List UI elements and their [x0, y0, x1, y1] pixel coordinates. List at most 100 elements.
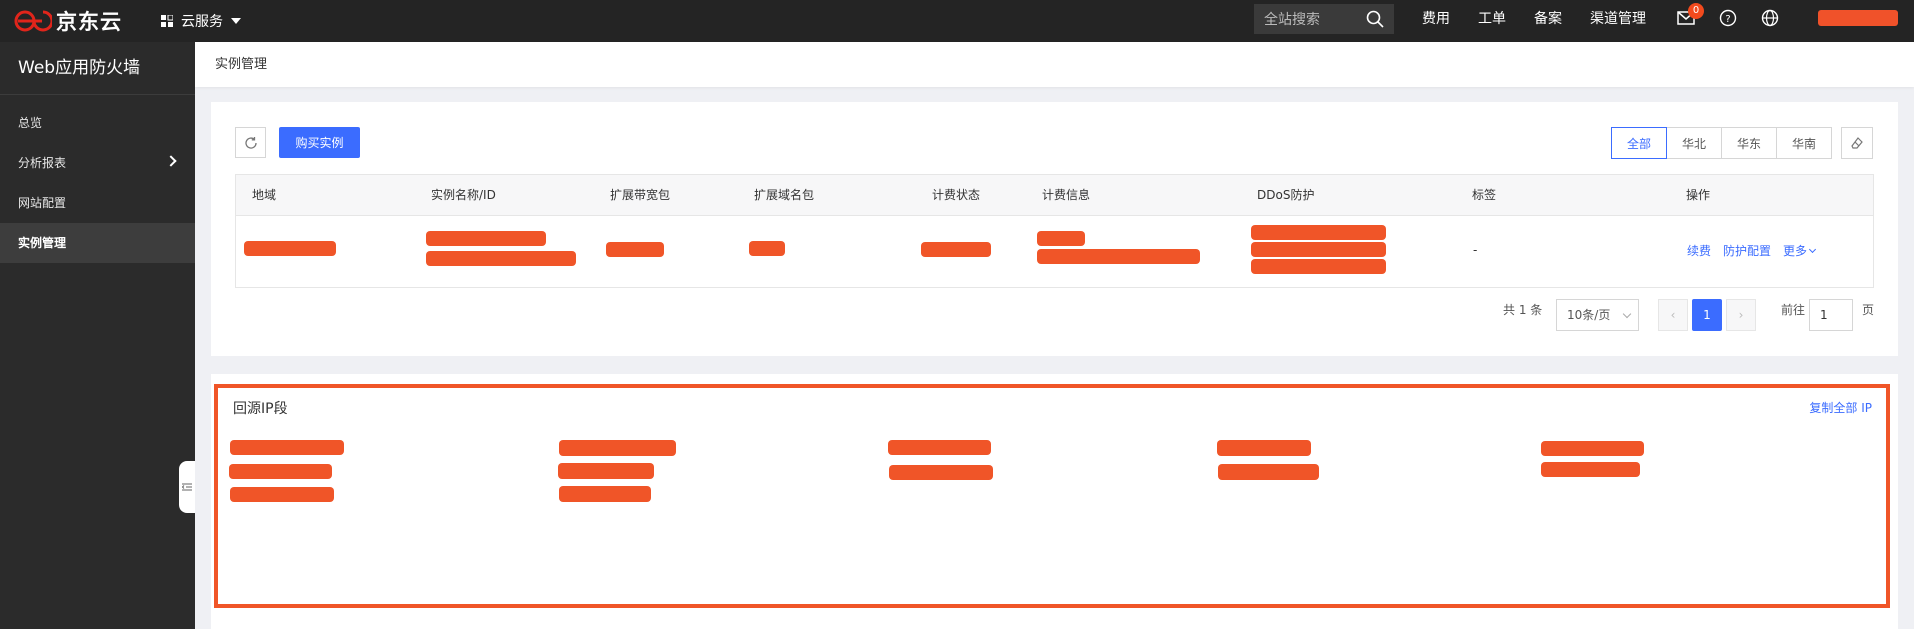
redacted-billing-status — [921, 242, 991, 257]
redacted-ip — [559, 486, 651, 502]
nav-channel-management[interactable]: 渠道管理 — [1590, 8, 1646, 28]
svg-text:?: ? — [1725, 14, 1730, 25]
region-tab-south[interactable]: 华南 — [1776, 127, 1832, 159]
mail-icon[interactable]: 0 — [1676, 3, 1704, 28]
redacted-ip — [229, 464, 332, 479]
chevron-down-icon — [1808, 245, 1817, 254]
redacted-ddos — [1251, 259, 1386, 274]
column-header: 计费信息 — [1042, 188, 1091, 202]
redacted-instance-name — [426, 231, 546, 246]
redacted-ip — [889, 465, 993, 480]
column-header: DDoS防护 — [1257, 188, 1315, 202]
caret-down-icon — [231, 18, 241, 24]
redacted-domain-pack — [749, 241, 785, 256]
user-account-redacted[interactable] — [1818, 10, 1898, 26]
sidebar-item-site-config[interactable]: 网站配置 — [0, 183, 195, 223]
redacted-ip — [559, 440, 676, 456]
instance-table: 地域 实例名称/ID 扩展带宽包 扩展域名包 计费状态 计费信息 DDoS防护 … — [235, 174, 1874, 288]
region-tab-all[interactable]: 全部 — [1611, 127, 1667, 159]
redacted-bandwidth — [606, 242, 664, 257]
search-placeholder: 全站搜索 — [1264, 12, 1320, 28]
goto-label: 前往 — [1781, 303, 1806, 317]
redacted-ip — [230, 487, 334, 502]
origin-ip-panel: 回源IP段 复制全部 IP — [211, 374, 1898, 629]
column-header: 扩展域名包 — [754, 188, 815, 202]
sidebar: Web应用防火墙 总览 分析报表 网站配置 实例管理 — [0, 42, 195, 629]
next-page-button[interactable]: › — [1726, 299, 1756, 331]
more-actions-link[interactable]: 更多 — [1783, 242, 1817, 259]
origin-ip-title: 回源IP段 — [233, 401, 288, 417]
refresh-button[interactable] — [235, 127, 266, 158]
redacted-ip — [558, 463, 654, 479]
brand-logo[interactable]: 京东云 — [14, 6, 149, 36]
redacted-ddos — [1251, 225, 1386, 240]
global-search-input[interactable]: 全站搜索 — [1254, 4, 1394, 34]
top-nav-links: 费用 工单 备案 渠道管理 — [1422, 0, 1674, 36]
sidebar-item-label: 网站配置 — [18, 196, 67, 210]
column-header: 地域 — [252, 188, 277, 202]
more-label: 更多 — [1783, 244, 1808, 258]
eraser-icon — [1851, 137, 1863, 149]
column-header: 计费状态 — [932, 188, 981, 202]
tag-value: - — [1473, 243, 1478, 257]
nav-tickets[interactable]: 工单 — [1478, 8, 1506, 28]
sidebar-title: Web应用防火墙 — [0, 42, 195, 95]
table-header: 地域 实例名称/ID 扩展带宽包 扩展域名包 计费状态 计费信息 DDoS防护 … — [236, 175, 1873, 216]
copy-all-ip-link[interactable]: 复制全部 IP — [1809, 399, 1872, 416]
top-icons: 0 ? — [1676, 3, 1802, 28]
redacted-billing-info — [1037, 231, 1085, 246]
page-breadcrumb: 实例管理 — [195, 42, 1914, 87]
cloud-services-menu[interactable]: 云服务 — [161, 11, 241, 31]
help-icon[interactable]: ? — [1718, 8, 1738, 28]
redacted-ip — [230, 440, 344, 455]
region-filter: 全部 华北 华东 华南 — [1611, 127, 1832, 159]
goto-page-input[interactable]: 1 — [1809, 299, 1853, 331]
refresh-icon — [244, 136, 257, 149]
mail-badge: 0 — [1688, 3, 1704, 19]
cloud-services-label: 云服务 — [181, 14, 223, 30]
page-number-button[interactable]: 1 — [1692, 299, 1722, 331]
table-row: - 续费 防护配置 更多 — [236, 216, 1873, 287]
highlight-box — [214, 384, 1890, 608]
collapse-menu-icon — [182, 483, 192, 491]
sidebar-item-instances[interactable]: 实例管理 — [0, 223, 195, 263]
redacted-ip — [1217, 440, 1311, 456]
redacted-billing-info — [1037, 249, 1200, 264]
nav-filing[interactable]: 备案 — [1534, 8, 1562, 28]
redacted-ip — [1541, 441, 1644, 456]
sidebar-collapse-toggle[interactable] — [179, 461, 195, 513]
buy-instance-button[interactable]: 购买实例 — [279, 127, 360, 158]
redacted-region — [244, 241, 336, 256]
redacted-ip — [1541, 462, 1640, 477]
search-icon[interactable] — [1366, 10, 1384, 28]
sidebar-item-label: 实例管理 — [18, 236, 67, 250]
instance-list-panel: 购买实例 全部 华北 华东 华南 地域 实例名称/ID 扩展带宽包 扩展域名包 … — [211, 102, 1898, 356]
page-suffix: 页 — [1862, 303, 1875, 317]
region-tab-north[interactable]: 华北 — [1666, 127, 1722, 159]
brand-name: 京东云 — [56, 10, 122, 34]
column-header: 标签 — [1472, 188, 1497, 202]
page-size-select[interactable]: 10条/页 — [1556, 299, 1639, 331]
redacted-ip — [1218, 464, 1319, 480]
column-header: 扩展带宽包 — [610, 188, 671, 202]
region-tab-east[interactable]: 华东 — [1721, 127, 1777, 159]
redacted-instance-id — [426, 251, 576, 266]
top-navigation-bar: 京东云 云服务 全站搜索 费用 工单 备案 渠道管理 0 ? — [0, 0, 1914, 42]
protection-config-link[interactable]: 防护配置 — [1723, 242, 1771, 259]
chevron-right-icon — [165, 155, 177, 167]
jdcloud-logo-icon — [14, 10, 52, 32]
column-header: 操作 — [1686, 188, 1711, 202]
sidebar-item-reports[interactable]: 分析报表 — [0, 143, 195, 183]
renew-link[interactable]: 续费 — [1687, 242, 1711, 259]
language-globe-icon[interactable] — [1760, 8, 1780, 28]
column-header: 实例名称/ID — [431, 188, 496, 202]
prev-page-button[interactable]: ‹ — [1658, 299, 1688, 331]
sidebar-item-label: 分析报表 — [18, 156, 67, 170]
column-settings-button[interactable] — [1841, 127, 1873, 159]
sidebar-item-label: 总览 — [18, 116, 43, 130]
nav-billing[interactable]: 费用 — [1422, 8, 1450, 28]
grid-icon — [161, 15, 173, 27]
sidebar-item-overview[interactable]: 总览 — [0, 103, 195, 143]
redacted-ip — [888, 440, 991, 455]
redacted-ddos — [1251, 242, 1386, 257]
